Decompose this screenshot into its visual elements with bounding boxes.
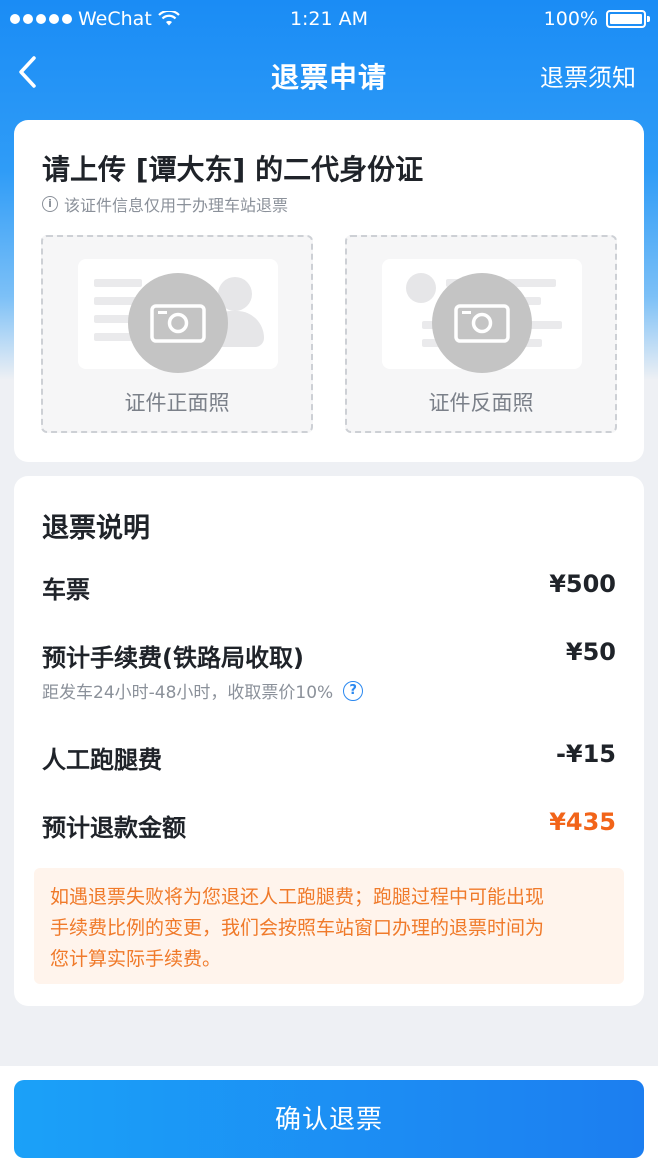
- status-bar: WeChat 1:21 AM 100%: [0, 0, 658, 38]
- errand-value: -¥15: [555, 740, 616, 768]
- fee-note-text: 距发车24小时-48小时，收取票价10%: [42, 683, 334, 703]
- id-upload-card: 请上传 [谭大东] 的二代身份证 i 该证件信息仅用于办理车站退票 证件正面照: [14, 120, 644, 462]
- fee-label: 预计手续费(铁路局收取): [42, 644, 304, 672]
- battery-icon: [606, 10, 650, 28]
- upload-note: i 该证件信息仅用于办理车站退票: [42, 192, 288, 216]
- confirm-refund-button[interactable]: 确认退票: [14, 1080, 644, 1158]
- camera-icon: [454, 304, 510, 343]
- id-back-label: 证件反面照: [428, 391, 534, 415]
- id-back-upload[interactable]: 证件反面照: [345, 235, 617, 433]
- notice-line: 您计算实际手续费。: [50, 948, 222, 970]
- status-right: 100%: [543, 8, 650, 30]
- notice-line: 手续费比例的变更，我们会按照车站窗口办理的退票时间为: [50, 917, 545, 939]
- emblem-shape: [406, 273, 436, 303]
- camera-button[interactable]: [128, 273, 228, 373]
- refund-notice: 如遇退票失败将为您退还人工跑腿费；跑腿过程中可能出现 手续费比例的变更，我们会按…: [34, 868, 624, 984]
- placeholder-line: [94, 279, 142, 287]
- upload-note-text: 该证件信息仅用于办理车站退票: [64, 196, 289, 215]
- id-front-upload[interactable]: 证件正面照: [41, 235, 313, 433]
- fee-note: 距发车24小时-48小时，收取票价10% ?: [42, 678, 364, 703]
- question-icon[interactable]: ?: [343, 680, 364, 701]
- errand-label: 人工跑腿费: [42, 746, 162, 774]
- nav-bar: 退票申请 退票须知: [0, 40, 658, 110]
- detail-title: 退票说明: [42, 513, 150, 544]
- camera-icon: [150, 304, 206, 343]
- info-icon: i: [42, 196, 58, 212]
- id-front-label: 证件正面照: [124, 391, 230, 415]
- battery-percent: 100%: [543, 8, 598, 30]
- footer-bar: 确认退票: [0, 1066, 658, 1172]
- fee-value: ¥50: [565, 638, 616, 666]
- ticket-label: 车票: [42, 576, 90, 604]
- refund-label: 预计退款金额: [42, 814, 186, 842]
- refund-notice-link[interactable]: 退票须知: [540, 58, 636, 93]
- ticket-value: ¥500: [549, 570, 616, 598]
- upload-title: 请上传 [谭大东] 的二代身份证: [42, 153, 424, 186]
- camera-button[interactable]: [432, 273, 532, 373]
- refund-value: ¥435: [549, 808, 616, 836]
- notice-line: 如遇退票失败将为您退还人工跑腿费；跑腿过程中可能出现: [50, 886, 545, 908]
- refund-detail-card: 退票说明 车票 ¥500 预计手续费(铁路局收取) ¥50 距发车24小时-48…: [14, 476, 644, 1006]
